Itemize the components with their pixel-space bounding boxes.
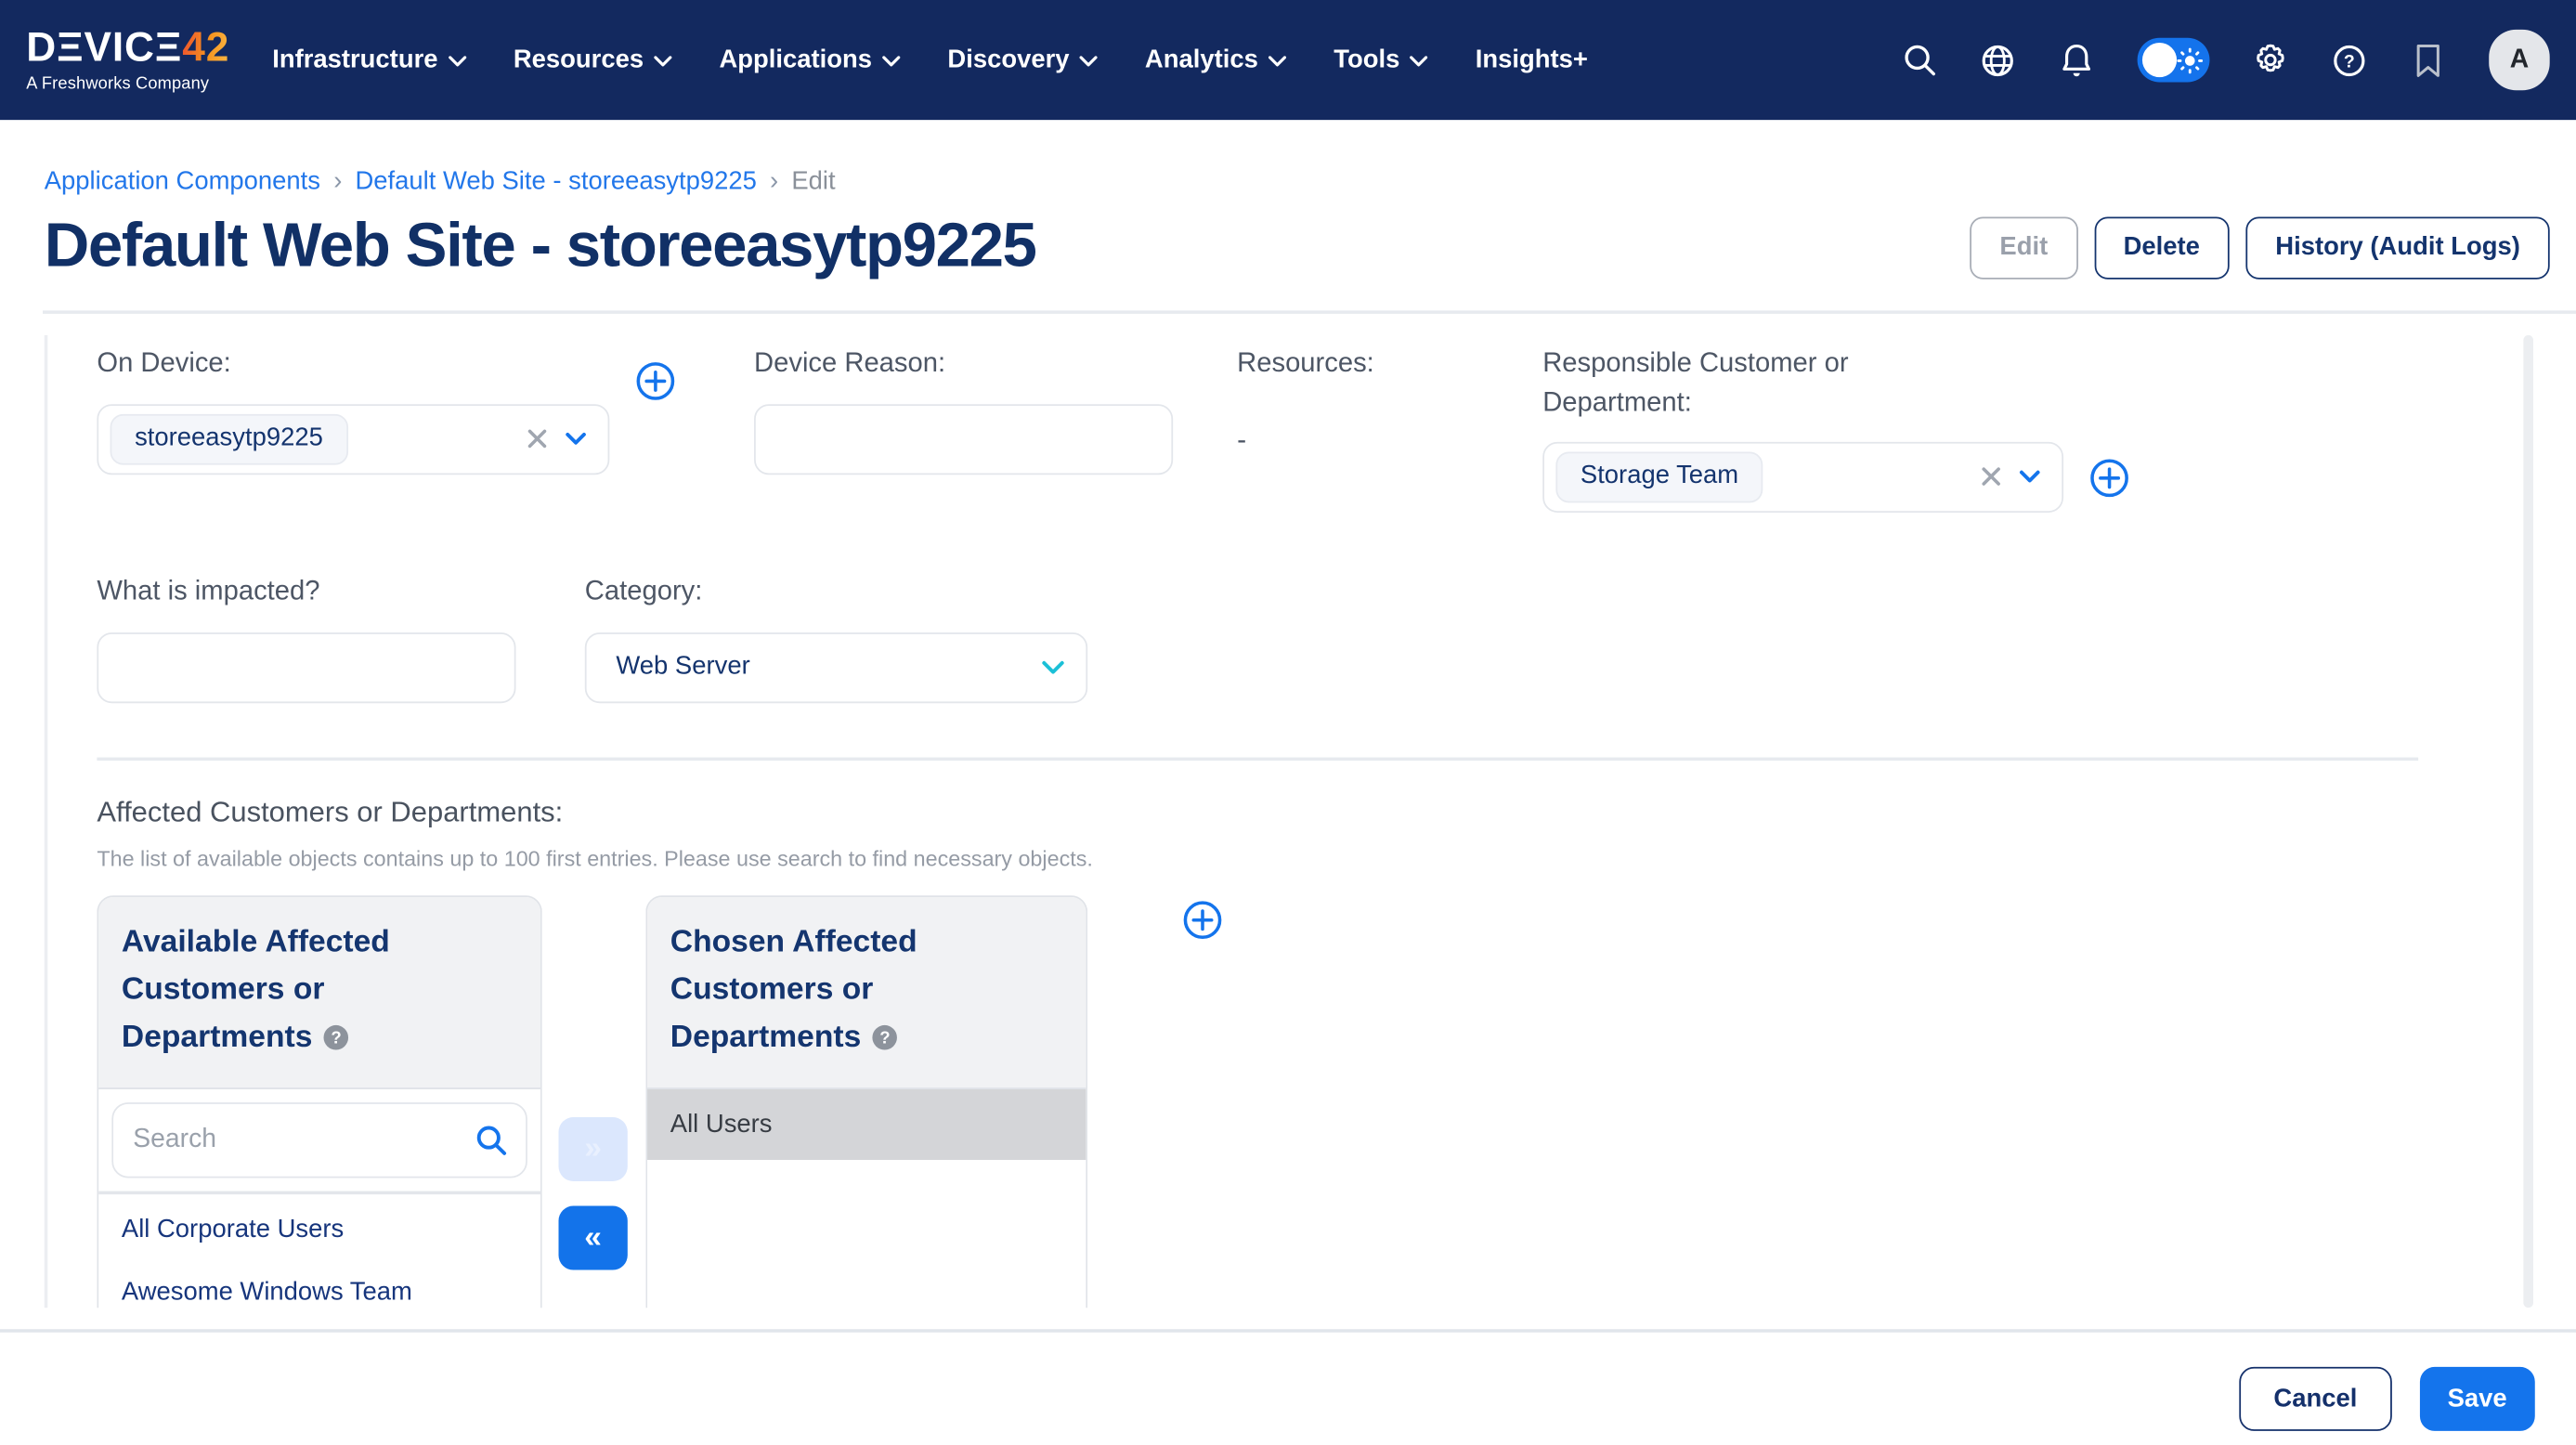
search-icon[interactable]: [475, 1125, 507, 1165]
breadcrumb-current: Edit: [791, 167, 835, 197]
affected-section-note: The list of available objects contains u…: [97, 846, 2467, 871]
header-divider: [43, 310, 2576, 314]
chosen-affected-box: Chosen Affected Customers or Departments…: [645, 895, 1087, 1308]
device-reason-input[interactable]: [754, 404, 1173, 475]
page-header: Default Web Site - storeeasytp9225 Edit …: [45, 212, 2550, 282]
category-label: Category:: [585, 573, 1087, 612]
add-responsible-customer-icon[interactable]: [2089, 458, 2128, 512]
svg-text:?: ?: [2344, 51, 2355, 72]
help-icon[interactable]: ?: [873, 1025, 898, 1050]
category-value: Web Server: [598, 653, 750, 683]
chevron-down-icon: [882, 56, 900, 67]
list-divider: [98, 1191, 540, 1194]
clear-icon[interactable]: [526, 428, 549, 451]
chevron-down-icon: [448, 56, 465, 67]
notifications-bell-icon[interactable]: [2059, 42, 2095, 78]
available-box-title: Available Affected Customers or Departme…: [122, 925, 390, 1054]
available-item[interactable]: All Corporate Users: [98, 1199, 540, 1261]
section-divider: [97, 757, 2418, 761]
logo-wordmark: DΞVICΞ42: [26, 27, 229, 68]
logo-subtitle: A Freshworks Company: [26, 74, 229, 92]
move-to-available-button[interactable]: «: [559, 1205, 628, 1269]
add-affected-customer-icon[interactable]: [1183, 900, 1222, 939]
available-search-input[interactable]: [111, 1103, 527, 1178]
move-to-chosen-button[interactable]: »: [559, 1117, 628, 1181]
chevron-down-icon: [1410, 56, 1427, 67]
settings-gear-icon[interactable]: [2252, 42, 2288, 78]
theme-toggle[interactable]: [2138, 38, 2210, 83]
chevron-down-icon: [654, 56, 671, 67]
search-icon[interactable]: [1901, 42, 1937, 78]
edit-form-card: On Device: storeeasytp9225: [45, 335, 2533, 1308]
page-title: Default Web Site - storeeasytp9225: [45, 212, 1036, 282]
affected-section-heading: Affected Customers or Departments:: [97, 795, 2467, 829]
bookmark-icon[interactable]: [2410, 42, 2446, 78]
chevron-down-icon: [1268, 56, 1285, 67]
menu-applications[interactable]: Applications: [719, 46, 900, 75]
breadcrumb-application-components[interactable]: Application Components: [45, 167, 320, 197]
chevron-down-icon[interactable]: [2019, 471, 2040, 484]
chosen-box-header: Chosen Affected Customers or Departments…: [647, 897, 1086, 1090]
form-row-2: What is impacted? Category: Web Server: [97, 573, 2467, 703]
edit-button[interactable]: Edit: [1971, 216, 2077, 279]
affected-transfer-widget: Available Affected Customers or Departme…: [97, 895, 2467, 1308]
footer-actions: Cancel Save: [0, 1333, 2576, 1431]
help-icon[interactable]: ?: [324, 1025, 349, 1050]
globe-icon[interactable]: [1980, 42, 2016, 78]
user-avatar[interactable]: A: [2489, 30, 2549, 90]
on-device-select[interactable]: storeeasytp9225: [97, 404, 609, 475]
what-is-impacted-input[interactable]: [97, 632, 515, 703]
help-icon[interactable]: ?: [2331, 42, 2367, 78]
add-device-icon[interactable]: [636, 361, 675, 475]
device-reason-label: Device Reason:: [754, 345, 1173, 384]
available-box-header: Available Affected Customers or Departme…: [98, 897, 540, 1090]
vertical-scrollbar[interactable]: [2523, 335, 2533, 1308]
chevron-down-icon: [1079, 56, 1097, 67]
clear-icon[interactable]: [1980, 465, 2003, 488]
sun-icon: [2177, 46, 2203, 72]
menu-discovery[interactable]: Discovery: [947, 46, 1097, 75]
history-audit-logs-button[interactable]: History (Audit Logs): [2245, 216, 2549, 279]
cancel-button[interactable]: Cancel: [2239, 1367, 2391, 1431]
on-device-label: On Device:: [97, 345, 609, 384]
breadcrumb-component[interactable]: Default Web Site - storeeasytp9225: [355, 167, 756, 197]
available-affected-box: Available Affected Customers or Departme…: [97, 895, 541, 1308]
chevron-down-icon[interactable]: [1042, 660, 1065, 675]
on-device-chip: storeeasytp9225: [111, 414, 348, 465]
navbar-actions: ? A: [1901, 30, 2550, 90]
breadcrumb: Application Components › Default Web Sit…: [45, 167, 2576, 197]
device42-app: DΞVICΞ42 A Freshworks Company Infrastruc…: [0, 0, 2576, 1445]
avatar-initial: A: [2510, 46, 2529, 75]
delete-button[interactable]: Delete: [2094, 216, 2230, 279]
available-item[interactable]: Awesome Windows Team: [98, 1261, 540, 1308]
chosen-item-selected[interactable]: All Users: [647, 1090, 1086, 1161]
transfer-buttons: » «: [559, 1117, 628, 1270]
menu-analytics[interactable]: Analytics: [1145, 46, 1286, 75]
chevron-down-icon[interactable]: [566, 433, 587, 446]
save-button[interactable]: Save: [2420, 1367, 2535, 1431]
menu-tools[interactable]: Tools: [1334, 46, 1427, 75]
responsible-customer-label: Responsible Customer or Department:: [1542, 345, 1880, 424]
category-select[interactable]: Web Server: [585, 632, 1087, 703]
form-row-1: On Device: storeeasytp9225: [97, 345, 2467, 513]
breadcrumb-separator: ›: [770, 167, 778, 197]
what-is-impacted-label: What is impacted?: [97, 573, 515, 612]
main-menu: Infrastructure Resources Applications Di…: [272, 46, 1588, 75]
menu-insights[interactable]: Insights+: [1476, 46, 1588, 75]
menu-infrastructure[interactable]: Infrastructure: [272, 46, 465, 75]
device42-logo[interactable]: DΞVICΞ42 A Freshworks Company: [26, 27, 229, 93]
top-navbar: DΞVICΞ42 A Freshworks Company Infrastruc…: [0, 0, 2576, 120]
resources-label: Resources:: [1237, 345, 1477, 384]
responsible-customer-chip: Storage Team: [1555, 451, 1763, 502]
responsible-customer-select[interactable]: Storage Team: [1542, 442, 2063, 513]
menu-resources[interactable]: Resources: [514, 46, 671, 75]
toggle-knob: [2142, 43, 2177, 77]
page-actions: Edit Delete History (Audit Logs): [1971, 216, 2550, 279]
breadcrumb-separator: ›: [333, 167, 342, 197]
resources-value: -: [1237, 423, 1477, 456]
